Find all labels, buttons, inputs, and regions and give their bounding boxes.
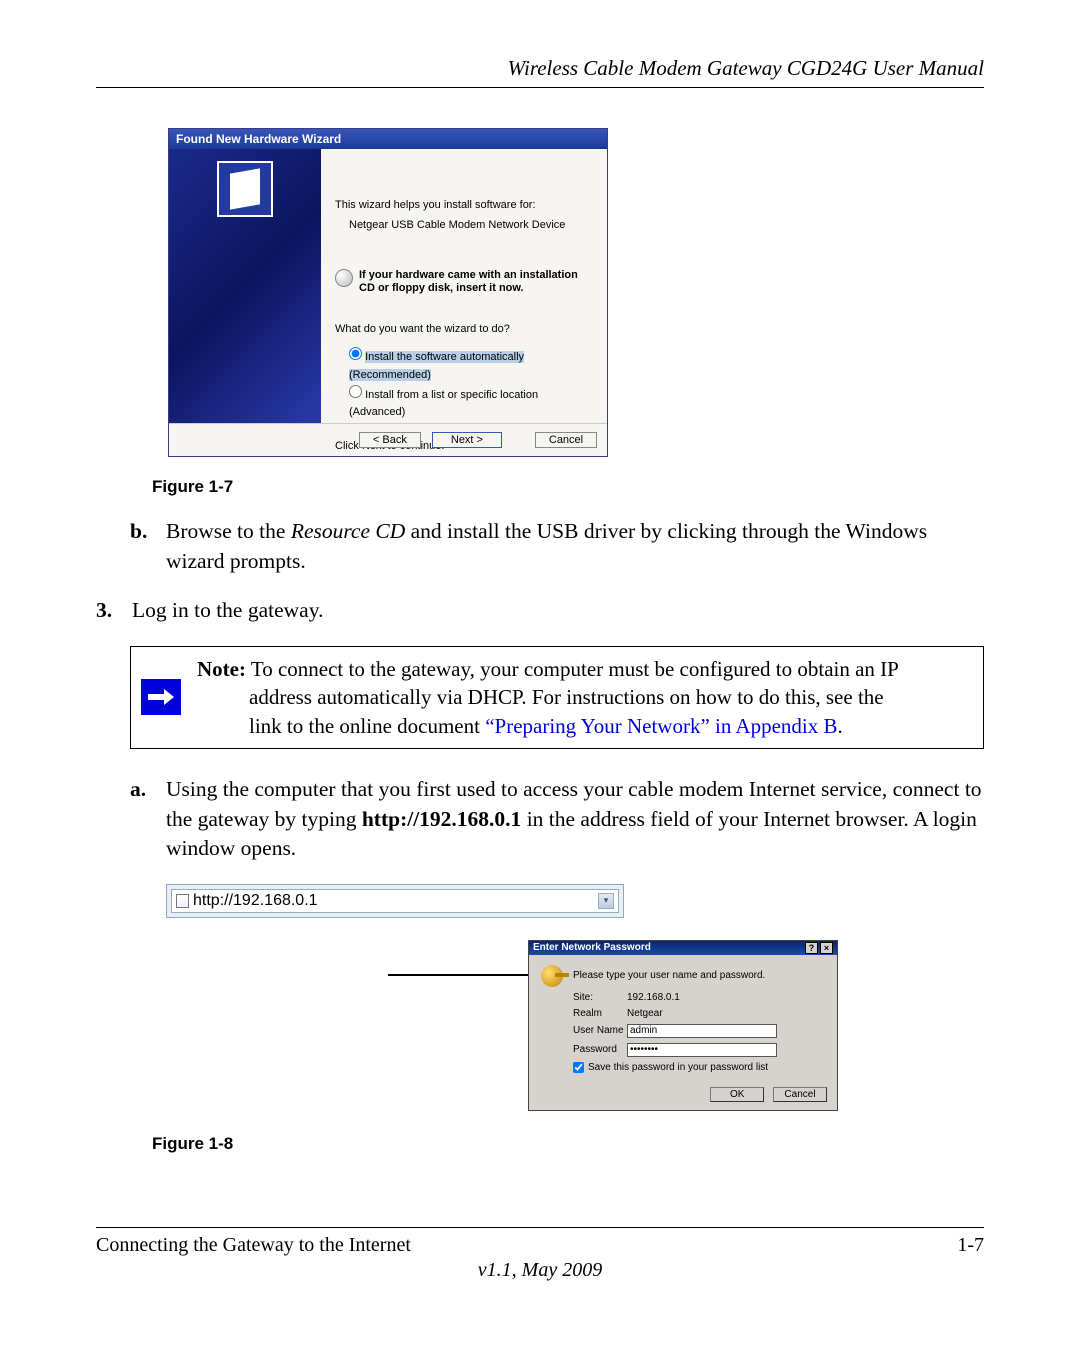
browser-address-bar: http://192.168.0.1 ▾ — [166, 884, 624, 918]
step-3-label: 3. — [96, 596, 132, 626]
resource-cd-italic: Resource CD — [291, 519, 405, 543]
note-label: Note: — [197, 657, 246, 681]
found-new-hardware-wizard: Found New Hardware Wizard This wizard he… — [168, 128, 608, 457]
callout-arrow-icon — [388, 950, 548, 1000]
wizard-cd-note: If your hardware came with an installati… — [359, 269, 593, 295]
figure-1-7-caption: Figure 1-7 — [152, 477, 984, 497]
address-url: http://192.168.0.1 — [193, 892, 318, 910]
option-list[interactable]: Install from a list or specific location… — [349, 385, 593, 422]
back-button[interactable]: < Back — [359, 432, 421, 448]
close-icon[interactable]: × — [820, 942, 833, 954]
help-icon[interactable]: ? — [805, 942, 818, 954]
login-prompt: Please type your user name and password. — [573, 970, 765, 981]
site-label: Site: — [573, 992, 627, 1003]
realm-label: Realm — [573, 1008, 627, 1019]
save-password-label: Save this password in your password list — [588, 1062, 768, 1073]
footer-chapter: Connecting the Gateway to the Internet — [96, 1234, 411, 1257]
save-password-checkbox[interactable] — [573, 1062, 584, 1073]
header-title: Wireless Cable Modem Gateway CGD24G User… — [508, 56, 984, 80]
next-button[interactable]: Next > — [432, 432, 502, 448]
wizard-sidebar-graphic — [169, 149, 321, 423]
login-cancel-button[interactable]: Cancel — [773, 1087, 827, 1102]
option-auto[interactable]: Install the software automatically (Reco… — [349, 347, 593, 384]
gateway-url-bold: http://192.168.0.1 — [362, 807, 521, 831]
wizard-options: Install the software automatically (Reco… — [335, 347, 593, 421]
appendix-b-link[interactable]: “Preparing Your Network” in Appendix B — [485, 714, 837, 738]
username-label: User Name — [573, 1025, 627, 1036]
password-field[interactable] — [627, 1043, 777, 1057]
step-a-text: Using the computer that you first used t… — [166, 775, 984, 864]
note-box: Note: To connect to the gateway, your co… — [130, 646, 984, 749]
site-value: 192.168.0.1 — [627, 992, 680, 1003]
radio-auto[interactable] — [349, 347, 362, 360]
cancel-button[interactable]: Cancel — [535, 432, 597, 448]
footer-version: v1.1, May 2009 — [96, 1259, 984, 1282]
username-field[interactable] — [627, 1024, 777, 1038]
cd-icon — [335, 269, 353, 287]
realm-value: Netgear — [627, 1008, 663, 1019]
arrow-right-icon — [141, 679, 181, 715]
step-a-label: a. — [130, 775, 166, 864]
step-b-label: b. — [130, 517, 166, 576]
page-icon — [176, 894, 189, 908]
dropdown-icon[interactable]: ▾ — [598, 893, 614, 909]
radio-list[interactable] — [349, 385, 362, 398]
note-text: Note: To connect to the gateway, your co… — [191, 647, 983, 748]
step-b: b. Browse to the Resource CD and install… — [130, 517, 984, 576]
password-label: Password — [573, 1044, 627, 1055]
wizard-titlebar: Found New Hardware Wizard — [169, 129, 607, 149]
ok-button[interactable]: OK — [710, 1087, 764, 1102]
figure-1-8-caption: Figure 1-8 — [152, 1134, 984, 1154]
step-3-text: Log in to the gateway. — [132, 596, 323, 626]
hardware-icon — [217, 161, 273, 217]
page-header: Wireless Cable Modem Gateway CGD24G User… — [96, 56, 984, 88]
page-footer: Connecting the Gateway to the Internet 1… — [96, 1227, 984, 1282]
login-titlebar: Enter Network Password ? × — [529, 941, 837, 955]
enter-network-password-dialog: Enter Network Password ? × Please type y… — [528, 940, 838, 1111]
key-icon — [541, 965, 563, 987]
footer-page-number: 1-7 — [957, 1234, 984, 1257]
step-b-text: Browse to the Resource CD and install th… — [166, 517, 984, 576]
wizard-intro: This wizard helps you install software f… — [335, 199, 593, 211]
step-3: 3. Log in to the gateway. — [96, 596, 984, 626]
step-a: a. Using the computer that you first use… — [130, 775, 984, 864]
wizard-question: What do you want the wizard to do? — [335, 323, 593, 335]
wizard-device-name: Netgear USB Cable Modem Network Device — [335, 219, 593, 231]
